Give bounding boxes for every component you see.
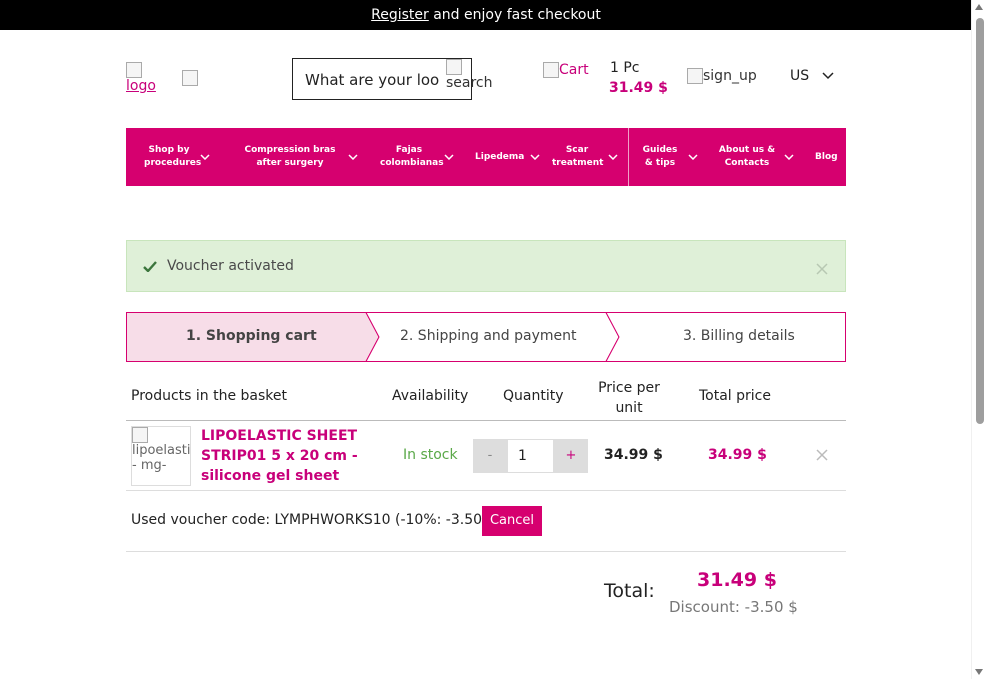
main-navigation: Shop by procedures Compression bras afte… [126,128,846,186]
chevron-down-icon [822,72,834,80]
product-image[interactable]: lipoelastic - mg- [131,426,191,486]
nav-item-label: Scar treatment [552,145,604,168]
nav-item-label: Blog [815,151,838,162]
nav-item-label: Guides & tips [642,145,678,168]
voucher-info: Used voucher code: LYMPHWORKS10 (-10%: -… [131,512,501,528]
register-banner: Register and enjoy fast checkout [0,0,972,30]
nav-item-label: Compression bras after surgery [244,145,336,168]
unit-price: 34.99 $ [604,447,663,463]
header-price-per-unit: Price per unit [598,380,660,416]
language-selector[interactable]: US [790,68,834,84]
chevron-down-icon [348,154,358,160]
scroll-down-icon[interactable] [975,669,983,675]
search-alt-text: search [446,75,493,91]
quantity-input[interactable] [507,439,554,473]
voucher-alert: Voucher activated [126,240,846,292]
step-billing-details[interactable]: 3. Billing details [683,328,795,344]
product-name-link[interactable]: LIPOELASTIC SHEET STRIP01 5 x 20 cm - si… [201,426,371,486]
nav-item-about-us[interactable]: About us & Contacts [716,128,794,186]
nav-item-lipedema[interactable]: Lipedema [475,128,540,186]
row-divider [126,490,846,491]
product-image-icon [132,427,148,443]
cart-total[interactable]: 31.49 $ [609,80,668,96]
nav-divider [628,128,629,186]
language-value: US [790,68,810,84]
nav-item-label: About us & Contacts [718,145,776,168]
search-icon [446,59,462,75]
nav-item-label: Shop by procedures [144,145,202,168]
page-scrollbar[interactable] [971,0,987,679]
cart-alt-text: Cart [559,62,589,78]
signup-alt-text: sign_up [703,68,757,84]
header-availability: Availability [392,388,469,404]
row-total-price: 34.99 $ [708,447,767,463]
search-input[interactable] [303,69,442,91]
header-quantity: Quantity [503,388,564,404]
secondary-logo-image-icon [182,70,198,86]
quantity-decrease-button[interactable]: - [473,439,507,473]
secondary-logo [182,70,198,86]
register-link[interactable]: Register [371,7,429,23]
chevron-down-icon [200,154,210,160]
nav-item-compression-bras[interactable]: Compression bras after surgery [238,128,358,186]
check-icon [143,261,157,272]
logo-image-icon [126,62,142,78]
chevron-down-icon [784,154,794,160]
register-banner-text: and enjoy fast checkout [428,7,601,23]
chevron-down-icon [608,154,618,160]
scroll-up-icon[interactable] [975,4,983,10]
table-header-divider [126,420,846,421]
nav-item-shop-by-procedures[interactable]: Shop by procedures [144,128,210,186]
product-image-alt: lipoelastic - mg- [132,443,191,473]
chevron-down-icon [530,154,540,160]
alert-text: Voucher activated [167,258,294,274]
logo[interactable]: logo [126,62,156,94]
nav-item-fajas-colombianas[interactable]: Fajas colombianas [380,128,454,186]
nav-item-blog[interactable]: Blog [815,128,838,186]
step-shopping-cart[interactable]: 1. Shopping cart [186,328,317,344]
cart-button[interactable]: Cart [543,62,589,78]
nav-item-label: Lipedema [475,151,525,162]
scrollbar-thumb[interactable] [976,18,984,424]
signup-button[interactable]: sign_up [687,68,757,84]
cart-count[interactable]: 1 Pc [610,60,640,76]
chevron-down-icon [444,154,454,160]
nav-item-label: Fajas colombianas [380,145,444,168]
cancel-voucher-button[interactable]: Cancel [482,506,542,536]
header-products: Products in the basket [131,388,288,404]
header-total-price: Total price [699,388,771,404]
cart-icon [543,62,559,78]
availability-status: In stock [403,447,458,463]
signup-icon [687,68,703,84]
voucher-divider [126,551,846,552]
discount-value: Discount: -3.50 $ [669,598,798,616]
total-value: 31.49 $ [697,569,777,591]
search-box: search [292,58,493,100]
search-button[interactable]: search [446,59,493,91]
checkout-steps: 1. Shopping cart 2. Shipping and payment… [126,312,846,362]
quantity-increase-button[interactable]: + [554,439,588,473]
logo-alt-text: logo [126,78,156,94]
total-label: Total: [604,580,655,602]
nav-item-guides-tips[interactable]: Guides & tips [638,128,698,186]
remove-item-icon[interactable] [816,449,828,461]
close-icon[interactable] [816,263,828,275]
chevron-down-icon [688,154,698,160]
nav-item-scar-treatment[interactable]: Scar treatment [552,128,618,186]
step-shipping-payment[interactable]: 2. Shipping and payment [400,328,576,344]
